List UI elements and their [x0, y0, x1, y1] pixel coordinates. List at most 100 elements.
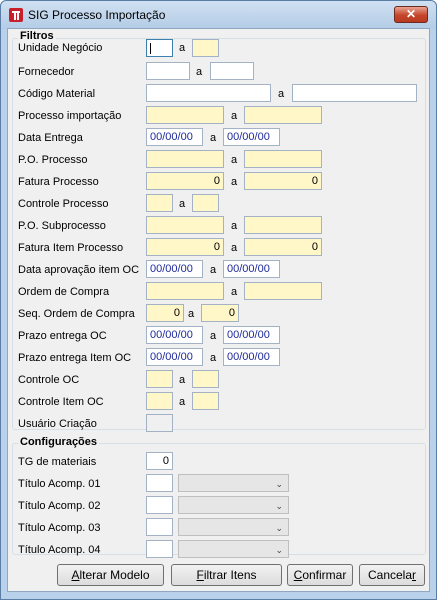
po-subprocesso-label: P.O. Subprocesso: [18, 220, 106, 232]
po-processo-to-input[interactable]: [244, 150, 322, 168]
data-entrega-from-input[interactable]: 00/00/00: [146, 128, 203, 146]
chevron-down-icon: ⌄: [275, 479, 283, 489]
titulo-acomp-01-label: Título Acomp. 01: [18, 478, 101, 490]
processo-importacao-to-input[interactable]: [244, 106, 322, 124]
ordem-de-compra-label: Ordem de Compra: [18, 286, 110, 298]
fatura-processo-from-input[interactable]: 0: [146, 172, 224, 190]
range-separator: a: [179, 374, 186, 386]
data-aprovacao-item-oc-from-input[interactable]: 00/00/00: [146, 260, 203, 278]
range-separator: a: [210, 330, 217, 342]
data-entrega-label: Data Entrega: [18, 132, 83, 144]
filtrar-itens-label: iltrar Itens: [203, 568, 257, 582]
fatura-processo-to-input[interactable]: 0: [244, 172, 322, 190]
confirmar-label: onfirmar: [302, 568, 347, 582]
range-separator: a: [231, 176, 238, 188]
controle-oc-from-input[interactable]: [146, 370, 173, 388]
controle-oc-to-input[interactable]: [192, 370, 219, 388]
prazo-entrega-oc-to-input[interactable]: 00/00/00: [223, 326, 280, 344]
fornecedor-label: Fornecedor: [18, 66, 75, 78]
processo-importacao-from-input[interactable]: [146, 106, 224, 124]
range-separator: a: [231, 286, 238, 298]
fatura-item-processo-to-input[interactable]: 0: [244, 238, 322, 256]
range-separator: a: [210, 352, 217, 364]
cancelar-label: Cancela: [367, 568, 413, 582]
controle-item-oc-label: Controle Item OC: [18, 396, 104, 408]
range-separator: a: [210, 264, 217, 276]
usuario-criacao-input: [146, 414, 173, 432]
data-entrega-to-input[interactable]: 00/00/00: [223, 128, 280, 146]
titulo-acomp-04-input[interactable]: [146, 540, 173, 558]
titulo-acomp-03-label: Título Acomp. 03: [18, 522, 101, 534]
processo-importacao-label: Processo importação: [18, 110, 122, 122]
fornecedor-from-input[interactable]: [146, 62, 190, 80]
po-processo-from-input[interactable]: [146, 150, 224, 168]
titulo-acomp-02-label: Título Acomp. 02: [18, 500, 101, 512]
chevron-down-icon: ⌄: [275, 501, 283, 511]
title-bar[interactable]: SIG Processo Importação ✕: [1, 1, 436, 29]
range-separator: a: [231, 110, 238, 122]
fornecedor-to-input[interactable]: [210, 62, 254, 80]
titulo-acomp-01-input[interactable]: [146, 474, 173, 492]
fatura-item-processo-label: Fatura Item Processo: [18, 242, 124, 254]
tg-materiais-input[interactable]: 0: [146, 452, 173, 470]
titulo-acomp-04-select[interactable]: ⌄: [178, 540, 289, 558]
fatura-item-processo-from-input[interactable]: 0: [146, 238, 224, 256]
range-separator: a: [196, 66, 203, 78]
codigo-material-label: Código Material: [18, 88, 96, 100]
codigo-material-to-input[interactable]: [292, 84, 417, 102]
fatura-processo-label: Fatura Processo: [18, 176, 99, 188]
prazo-entrega-oc-label: Prazo entrega OC: [18, 330, 107, 342]
po-subprocesso-from-input[interactable]: [146, 216, 224, 234]
titulo-acomp-02-input[interactable]: [146, 496, 173, 514]
cancelar-button[interactable]: Cancelar: [359, 564, 425, 586]
controle-processo-from-input[interactable]: [146, 194, 173, 212]
close-button[interactable]: ✕: [394, 6, 428, 23]
tg-materiais-label: TG de materiais: [18, 456, 97, 468]
controle-oc-label: Controle OC: [18, 374, 80, 386]
range-separator: a: [210, 132, 217, 144]
filtrar-itens-accesskey: F: [196, 568, 204, 582]
unidade-negocio-to-input[interactable]: [192, 39, 219, 57]
filtrar-itens-button[interactable]: Filtrar Itens: [171, 564, 282, 586]
ordem-de-compra-to-input[interactable]: [244, 282, 322, 300]
range-separator: a: [179, 42, 186, 54]
titulo-acomp-03-input[interactable]: [146, 518, 173, 536]
data-aprovacao-item-oc-to-input[interactable]: 00/00/00: [223, 260, 280, 278]
controle-processo-to-input[interactable]: [192, 194, 219, 212]
titulo-acomp-01-select[interactable]: ⌄: [178, 474, 289, 492]
range-separator: a: [188, 308, 195, 320]
chevron-down-icon: ⌄: [275, 545, 283, 555]
chevron-down-icon: ⌄: [275, 523, 283, 533]
range-separator: a: [231, 220, 238, 232]
prazo-entrega-oc-from-input[interactable]: 00/00/00: [146, 326, 203, 344]
configuracoes-group-title: Configurações: [18, 436, 100, 448]
seq-ordem-de-compra-to-input[interactable]: 0: [201, 304, 239, 322]
range-separator: a: [179, 396, 186, 408]
seq-ordem-de-compra-from-input[interactable]: 0: [146, 304, 184, 322]
po-subprocesso-to-input[interactable]: [244, 216, 322, 234]
range-separator: a: [231, 242, 238, 254]
seq-ordem-de-compra-label: Seq. Ordem de Compra: [18, 308, 135, 320]
unidade-negocio-from-input[interactable]: [146, 39, 173, 57]
prazo-entrega-item-oc-from-input[interactable]: 00/00/00: [146, 348, 203, 366]
titulo-acomp-04-label: Título Acomp. 04: [18, 544, 101, 556]
cancelar-accesskey: r: [412, 568, 417, 582]
confirmar-button[interactable]: Confirmar: [287, 564, 353, 586]
range-separator: a: [179, 198, 186, 210]
prazo-entrega-item-oc-label: Prazo entrega Item OC: [18, 352, 132, 364]
window-title: SIG Processo Importação: [28, 8, 166, 22]
controle-item-oc-from-input[interactable]: [146, 392, 173, 410]
alterar-modelo-button[interactable]: Alterar Modelo: [57, 564, 164, 586]
usuario-criacao-label: Usuário Criação: [18, 418, 97, 430]
ordem-de-compra-from-input[interactable]: [146, 282, 224, 300]
controle-item-oc-to-input[interactable]: [192, 392, 219, 410]
titulo-acomp-02-select[interactable]: ⌄: [178, 496, 289, 514]
prazo-entrega-item-oc-to-input[interactable]: 00/00/00: [223, 348, 280, 366]
data-aprovacao-item-oc-label: Data aprovação item OC: [18, 264, 140, 276]
range-separator: a: [278, 88, 285, 100]
titulo-acomp-03-select[interactable]: ⌄: [178, 518, 289, 536]
codigo-material-from-input[interactable]: [146, 84, 271, 102]
unidade-negocio-label: Unidade Negócio: [18, 42, 103, 54]
app-logo-icon: [9, 8, 23, 22]
controle-processo-label: Controle Processo: [18, 198, 109, 210]
